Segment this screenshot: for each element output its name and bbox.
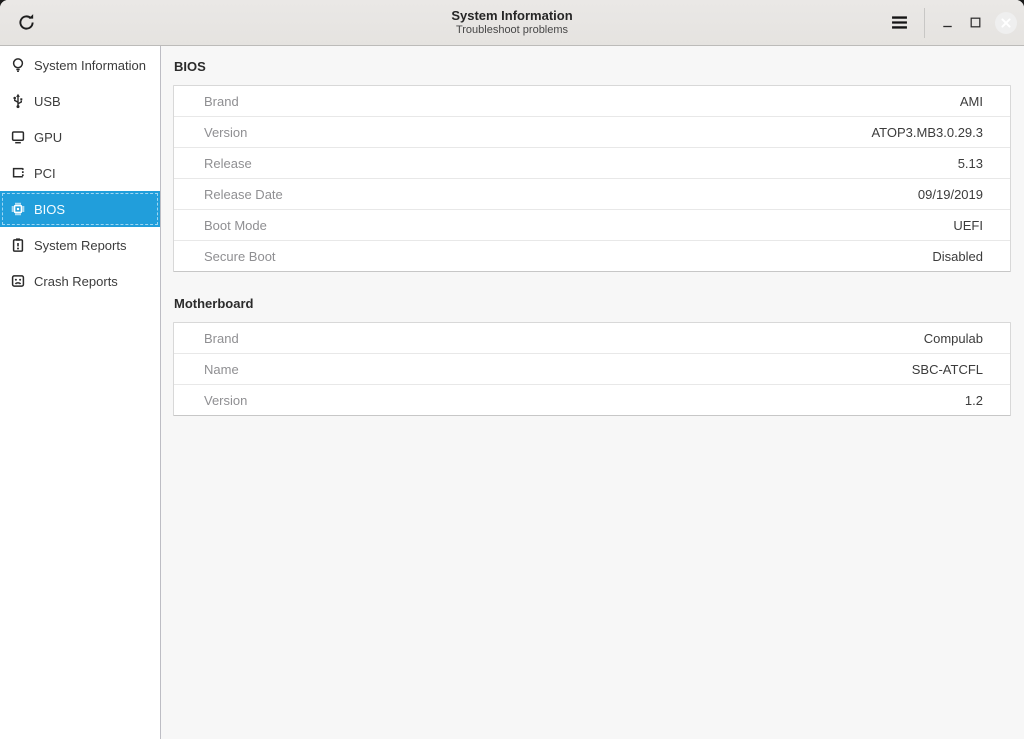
headerbar: System Information Troubleshoot problems <box>0 0 1024 46</box>
table-row: Name SBC-ATCFL <box>174 353 1010 384</box>
row-value: Disabled <box>932 249 1010 264</box>
section-title: Motherboard <box>174 296 1011 311</box>
lightbulb-icon <box>10 57 26 73</box>
sidebar-item-label: System Information <box>34 58 146 73</box>
sidebar-item-bios[interactable]: BIOS <box>0 191 160 227</box>
row-value: AMI <box>960 94 1010 109</box>
row-key: Version <box>174 393 247 408</box>
row-key: Boot Mode <box>174 218 267 233</box>
close-icon <box>999 16 1013 30</box>
section-bios: BIOS Brand AMI Version ATOP3.MB3.0.29.3 … <box>173 59 1011 272</box>
row-value: 1.2 <box>965 393 1010 408</box>
row-value: SBC-ATCFL <box>912 362 1010 377</box>
crash-face-icon <box>10 273 26 289</box>
close-button[interactable] <box>995 12 1017 34</box>
minimize-button[interactable] <box>933 8 961 38</box>
sidebar-item-label: BIOS <box>34 202 65 217</box>
app-body: System Information USB GPU PCI BIOS Syst… <box>0 46 1024 739</box>
table-row: Brand AMI <box>174 86 1010 116</box>
table-row: Version ATOP3.MB3.0.29.3 <box>174 116 1010 147</box>
table-row: Version 1.2 <box>174 384 1010 415</box>
display-icon <box>10 129 26 145</box>
sidebar-item-usb[interactable]: USB <box>0 83 160 119</box>
refresh-button[interactable] <box>11 8 41 38</box>
clipboard-alert-icon <box>10 237 26 253</box>
sidebar-item-label: PCI <box>34 166 56 181</box>
header-separator <box>924 8 925 38</box>
sidebar-item-system-information[interactable]: System Information <box>0 47 160 83</box>
content-area: BIOS Brand AMI Version ATOP3.MB3.0.29.3 … <box>161 46 1024 739</box>
sidebar-item-label: GPU <box>34 130 62 145</box>
sidebar-item-system-reports[interactable]: System Reports <box>0 227 160 263</box>
window-title-block: System Information Troubleshoot problems <box>0 0 1024 45</box>
section-title: BIOS <box>174 59 1011 74</box>
window-controls <box>884 8 1024 38</box>
row-value: 5.13 <box>958 156 1010 171</box>
table-row: Secure Boot Disabled <box>174 240 1010 271</box>
pci-card-icon <box>10 165 26 181</box>
sidebar-item-label: Crash Reports <box>34 274 118 289</box>
row-key: Brand <box>174 331 239 346</box>
table-row: Release 5.13 <box>174 147 1010 178</box>
row-value: ATOP3.MB3.0.29.3 <box>871 125 1010 140</box>
sidebar-item-label: USB <box>34 94 61 109</box>
row-key: Release Date <box>174 187 283 202</box>
sidebar: System Information USB GPU PCI BIOS Syst… <box>0 46 161 739</box>
table-row: Release Date 09/19/2019 <box>174 178 1010 209</box>
key-value-table: Brand Compulab Name SBC-ATCFL Version 1.… <box>173 322 1011 416</box>
window-title: System Information <box>451 8 572 24</box>
window-subtitle: Troubleshoot problems <box>456 24 568 38</box>
table-row: Brand Compulab <box>174 323 1010 353</box>
usb-icon <box>10 93 26 109</box>
row-key: Release <box>174 156 252 171</box>
row-value: Compulab <box>924 331 1010 346</box>
maximize-icon <box>968 15 983 30</box>
maximize-button[interactable] <box>961 8 989 38</box>
section-motherboard: Motherboard Brand Compulab Name SBC-ATCF… <box>173 296 1011 416</box>
sidebar-item-label: System Reports <box>34 238 126 253</box>
key-value-table: Brand AMI Version ATOP3.MB3.0.29.3 Relea… <box>173 85 1011 272</box>
chip-icon <box>10 201 26 217</box>
table-row: Boot Mode UEFI <box>174 209 1010 240</box>
row-key: Version <box>174 125 247 140</box>
sidebar-item-crash-reports[interactable]: Crash Reports <box>0 263 160 299</box>
row-value: 09/19/2019 <box>918 187 1010 202</box>
minimize-icon <box>940 19 955 34</box>
row-key: Secure Boot <box>174 249 276 264</box>
row-key: Brand <box>174 94 239 109</box>
row-value: UEFI <box>953 218 1010 233</box>
hamburger-icon <box>889 12 910 33</box>
sidebar-item-gpu[interactable]: GPU <box>0 119 160 155</box>
row-key: Name <box>174 362 239 377</box>
refresh-icon <box>16 12 37 33</box>
sidebar-item-pci[interactable]: PCI <box>0 155 160 191</box>
app-window: System Information Troubleshoot problems… <box>0 0 1024 739</box>
menu-button[interactable] <box>884 8 914 38</box>
